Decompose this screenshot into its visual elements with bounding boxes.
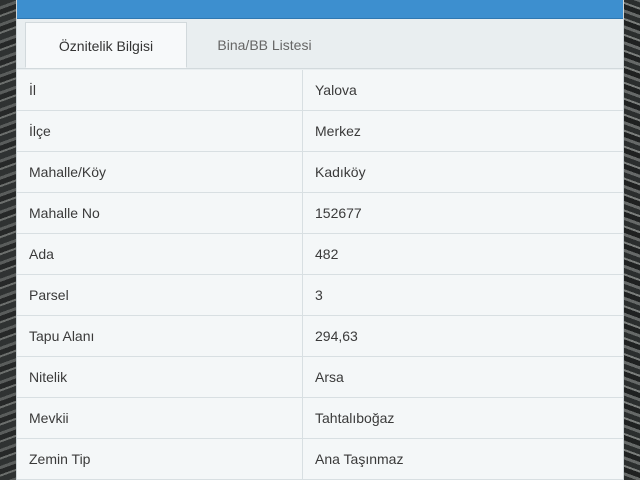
row-key: Tapu Alanı: [17, 316, 303, 356]
row-value: Tahtalıboğaz: [315, 410, 395, 426]
table-row: Mahalle/Köy Kadıköy: [17, 152, 623, 193]
table-row: Tapu Alanı 294,63: [17, 316, 623, 357]
row-value: Arsa: [315, 369, 344, 385]
row-value: Yalova: [315, 82, 357, 98]
table-row: Mahalle No 152677: [17, 193, 623, 234]
row-key: Zemin Tip: [17, 439, 303, 479]
row-value: Merkez: [315, 123, 361, 139]
attribute-panel: Öznitelik Bilgisi Bina/BB Listesi İl Yal…: [16, 0, 624, 480]
row-value: 152677: [315, 205, 362, 221]
tab-bar: Öznitelik Bilgisi Bina/BB Listesi: [17, 22, 623, 69]
table-row: İlçe Merkez: [17, 111, 623, 152]
row-key: Nitelik: [17, 357, 303, 397]
row-value: 482: [315, 246, 339, 262]
row-value: Kadıköy: [315, 164, 366, 180]
row-key: Parsel: [17, 275, 303, 315]
row-key: Ada: [17, 234, 303, 274]
row-key: İl: [17, 70, 303, 110]
map-background-right: [622, 0, 640, 480]
table-row: Nitelik Arsa: [17, 357, 623, 398]
tab-building-list[interactable]: Bina/BB Listesi: [187, 22, 342, 68]
table-row: Mevkii Tahtalıboğaz: [17, 398, 623, 439]
table-row: Zemin Tip Ana Taşınmaz: [17, 439, 623, 480]
row-key: İlçe: [17, 111, 303, 151]
table-row: İl Yalova: [17, 70, 623, 111]
row-value: 294,63: [315, 328, 358, 344]
table-row: Parsel 3: [17, 275, 623, 316]
row-key: Mevkii: [17, 398, 303, 438]
panel-header-bar: [17, 0, 623, 19]
row-key: Mahalle/Köy: [17, 152, 303, 192]
row-value: 3: [315, 287, 323, 303]
tab-attribute-info[interactable]: Öznitelik Bilgisi: [25, 22, 187, 68]
table-row: Ada 482: [17, 234, 623, 275]
row-value: Ana Taşınmaz: [315, 451, 404, 467]
row-key: Mahalle No: [17, 193, 303, 233]
